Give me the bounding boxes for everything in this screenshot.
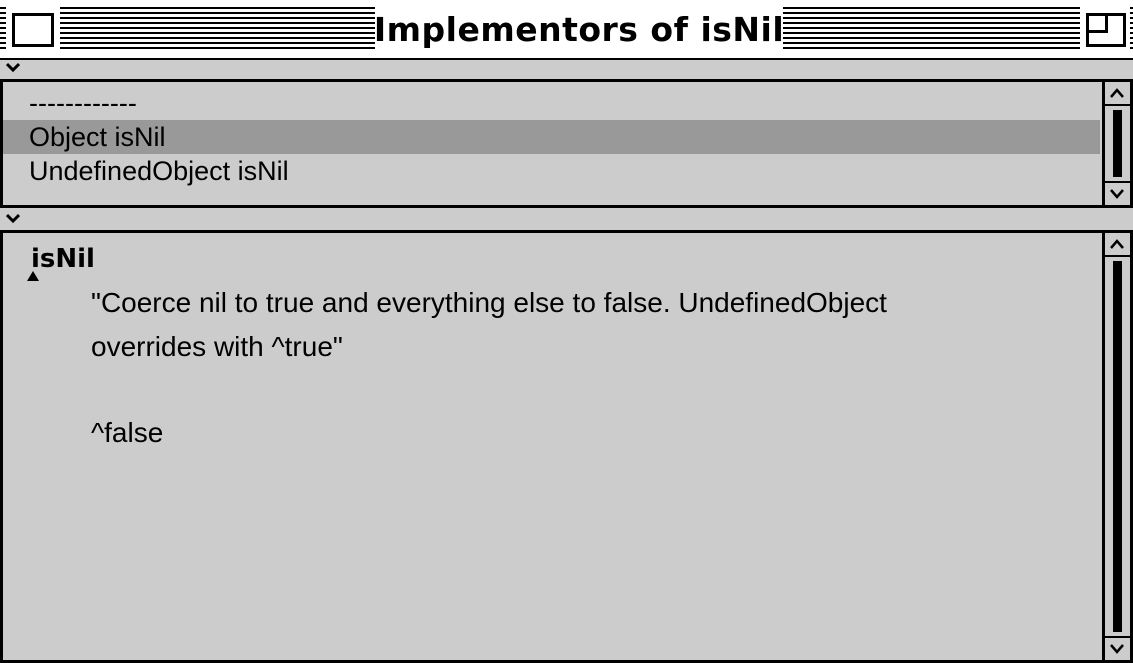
arrow-down-icon[interactable] bbox=[1105, 636, 1130, 660]
title-bar[interactable]: Implementors of isNil bbox=[0, 0, 1133, 60]
method-source-pane[interactable]: isNil "Coerce nil to true and everything… bbox=[0, 233, 1133, 663]
method-selector: isNil bbox=[27, 237, 1090, 281]
zoom-box-inner bbox=[1086, 13, 1108, 33]
window-title: Implementors of isNil bbox=[373, 9, 785, 49]
method-selector-label: isNil bbox=[31, 244, 95, 274]
arrow-up-icon[interactable] bbox=[1105, 233, 1130, 257]
implementors-list[interactable]: ------------ Object isNil UndefinedObjec… bbox=[0, 82, 1133, 208]
list-items: ------------ Object isNil UndefinedObjec… bbox=[3, 86, 1100, 188]
list-pane-menu[interactable] bbox=[0, 60, 1133, 82]
chevron-down-icon[interactable] bbox=[6, 212, 20, 224]
method-comment-line: "Coerce nil to true and everything else … bbox=[91, 287, 887, 318]
code-scroll-track[interactable] bbox=[1113, 261, 1122, 632]
list-item-selected[interactable]: Object isNil bbox=[3, 120, 1100, 154]
text-caret bbox=[27, 271, 39, 281]
list-scroll-track[interactable] bbox=[1113, 110, 1122, 177]
list-item[interactable]: UndefinedObject isNil bbox=[3, 154, 1100, 188]
list-item[interactable]: ------------ bbox=[3, 86, 1100, 120]
list-scrollbar[interactable] bbox=[1102, 82, 1130, 205]
arrow-up-icon[interactable] bbox=[1105, 82, 1130, 106]
code-pane-menu[interactable] bbox=[0, 211, 1133, 233]
method-comment-line: overrides with ^true" bbox=[91, 331, 343, 362]
method-return-line: ^false bbox=[91, 417, 164, 448]
code-scrollbar[interactable] bbox=[1102, 233, 1130, 660]
close-box-icon[interactable] bbox=[9, 10, 57, 50]
chevron-down-icon[interactable] bbox=[6, 61, 20, 73]
arrow-down-icon[interactable] bbox=[1105, 181, 1130, 205]
window-title-plate: Implementors of isNil bbox=[373, 0, 785, 58]
zoom-box-icon[interactable] bbox=[1086, 13, 1126, 47]
method-source-text[interactable]: isNil "Coerce nil to true and everything… bbox=[27, 237, 1090, 455]
browser-window: Implementors of isNil ------------ Objec… bbox=[0, 0, 1133, 663]
